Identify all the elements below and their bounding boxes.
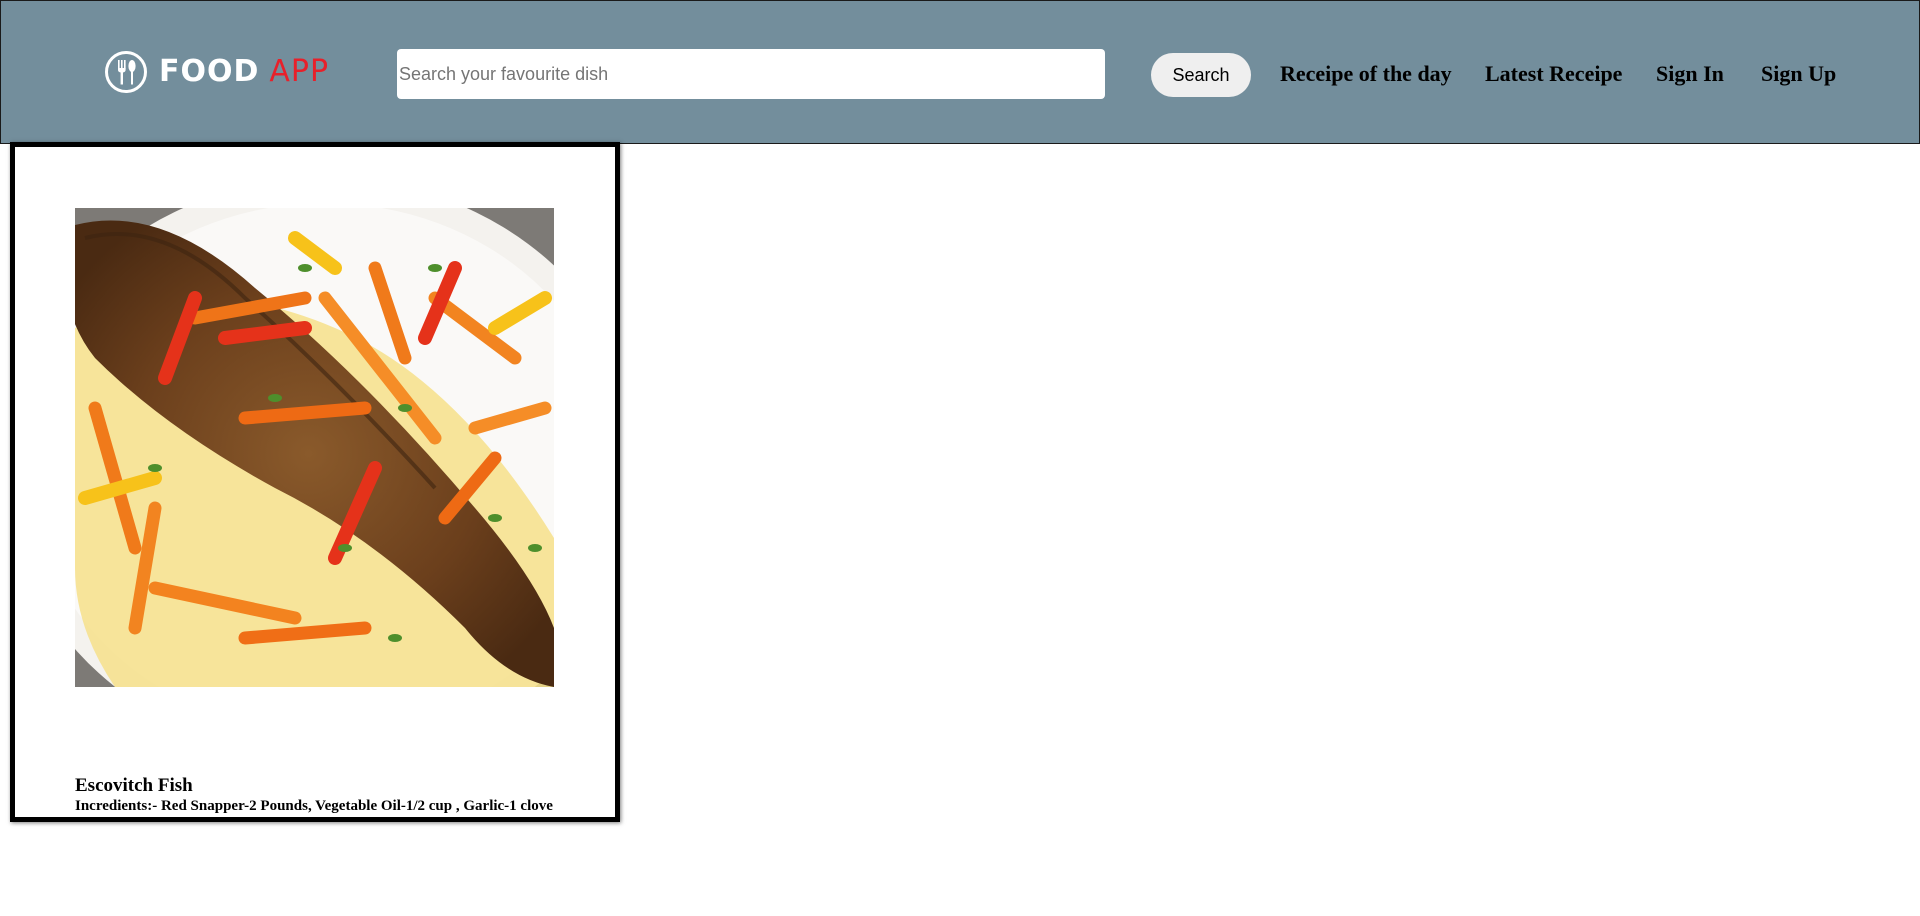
logo-word-app: APP: [269, 54, 330, 89]
nav-recipe-of-the-day[interactable]: Receipe of the day: [1280, 59, 1452, 89]
navbar: FOOD APP Search Receipe of the day Lates…: [0, 0, 1920, 144]
nav-latest-recipe[interactable]: Latest Receipe: [1485, 59, 1622, 89]
logo-word-food: FOOD: [159, 54, 260, 89]
nav-sign-up[interactable]: Sign Up: [1761, 59, 1836, 89]
search-input[interactable]: [397, 49, 1105, 99]
recipe-image[interactable]: [75, 208, 554, 687]
recipe-title: Escovitch Fish: [75, 775, 193, 796]
search-button[interactable]: Search: [1151, 53, 1251, 97]
fork-spoon-icon: [105, 51, 147, 93]
logo[interactable]: FOOD APP: [105, 49, 329, 95]
fish-dish-illustration: [75, 208, 554, 687]
recipe-card[interactable]: Escovitch Fish Incredients:- Red Snapper…: [10, 142, 620, 822]
recipe-ingredients: Incredients:- Red Snapper-2 Pounds, Vege…: [75, 798, 553, 817]
nav-sign-in[interactable]: Sign In: [1656, 59, 1724, 89]
logo-text: FOOD APP: [159, 57, 329, 87]
